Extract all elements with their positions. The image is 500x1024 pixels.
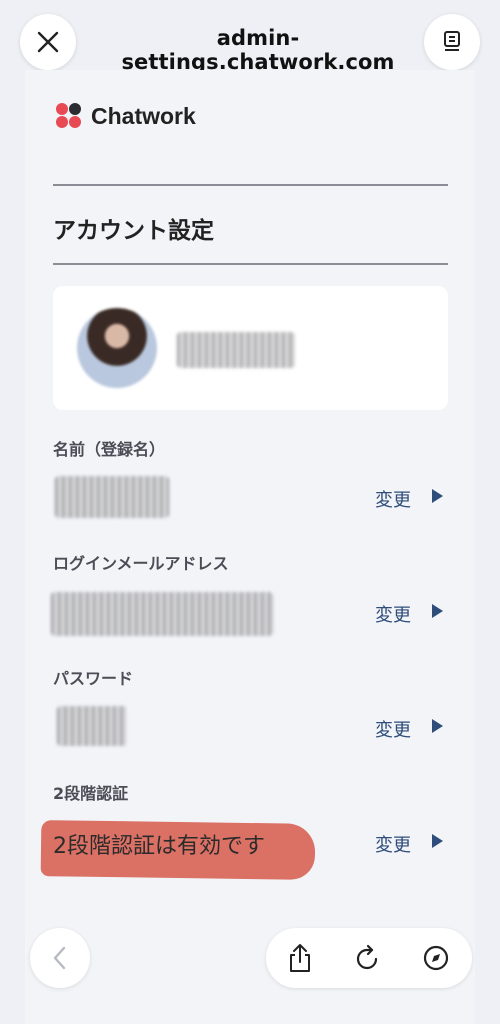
share-icon	[290, 944, 310, 972]
divider	[53, 263, 448, 265]
change-name-link[interactable]: 変更	[375, 486, 411, 512]
change-password-link[interactable]: 変更	[375, 716, 411, 742]
profile-card	[53, 286, 448, 410]
reload-button[interactable]	[352, 942, 384, 974]
compass-icon	[423, 945, 449, 971]
two-factor-status: 2段階認証は有効です	[53, 834, 265, 859]
change-email-link[interactable]: 変更	[375, 601, 411, 627]
change-two-factor-link[interactable]: 変更	[375, 831, 411, 857]
tabs-icon	[444, 31, 460, 51]
avatar[interactable]	[77, 308, 157, 388]
chatwork-logo-icon	[56, 103, 81, 128]
divider	[53, 184, 448, 186]
chatwork-logo[interactable]: Chatwork	[53, 100, 196, 132]
chevron-right-icon	[432, 604, 443, 618]
url-bar[interactable]: admin-settings.chatwork.com	[90, 26, 426, 74]
password-label: パスワード	[53, 669, 134, 688]
close-button[interactable]	[20, 14, 76, 70]
page-title: アカウント設定	[53, 218, 214, 244]
logo-text: Chatwork	[91, 102, 196, 129]
close-icon	[37, 31, 59, 53]
compass-button[interactable]	[420, 942, 452, 974]
email-value-redacted	[51, 592, 273, 636]
profile-name-redacted	[177, 332, 295, 368]
back-button[interactable]	[30, 928, 90, 988]
tabs-button[interactable]	[424, 14, 480, 70]
share-button[interactable]	[284, 942, 316, 974]
bottom-toolbar	[266, 928, 472, 988]
name-label: 名前（登録名）	[53, 440, 166, 459]
chevron-right-icon	[432, 489, 443, 503]
chevron-right-icon	[432, 834, 443, 848]
chevron-right-icon	[432, 719, 443, 733]
reload-icon	[356, 944, 378, 970]
two-factor-label: 2段階認証	[53, 784, 129, 803]
password-value-redacted	[57, 706, 127, 746]
settings-page: Chatwork アカウント設定 名前（登録名） 変更 ログインメールアドレス …	[25, 70, 475, 1024]
email-label: ログインメールアドレス	[53, 554, 229, 573]
chevron-left-icon	[53, 946, 66, 970]
name-value-redacted	[55, 476, 169, 518]
